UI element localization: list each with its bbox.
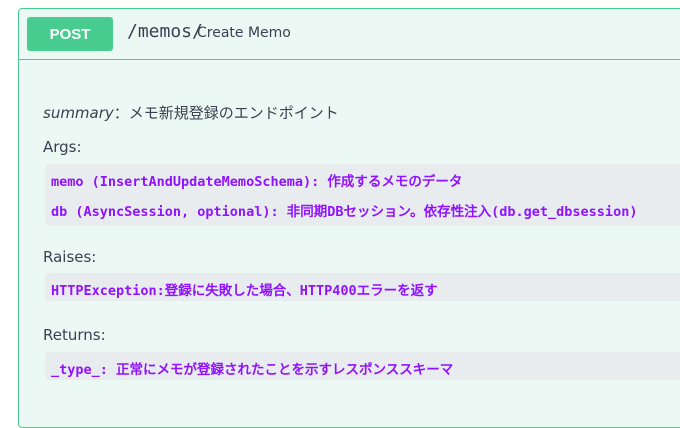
summary-text: ：メモ新規登録のエンドポイント	[113, 104, 339, 122]
returns-heading: Returns:	[43, 326, 106, 344]
endpoint-description[interactable]: Create Memo	[197, 25, 291, 41]
http-method-badge[interactable]: POST	[27, 17, 113, 51]
args-heading: Args:	[43, 138, 82, 156]
summary-label: summary	[43, 104, 114, 122]
endpoint-path[interactable]: /memos/	[127, 21, 203, 42]
return-type: _type_: 正常にメモが登録されたことを示すレスポンススキーマ	[51, 362, 454, 378]
raise-http-exception: HTTPException:登録に失敗した場合、HTTP400エラーを返す	[51, 283, 438, 299]
arg-memo: memo (InsertAndUpdateMemoSchema): 作成するメモ…	[51, 174, 463, 190]
raises-heading: Raises:	[43, 248, 97, 266]
operation-block-post-memos: POST /memos/ Create Memo summary：メモ新規登録の…	[18, 8, 680, 428]
operation-summary-bar[interactable]: POST /memos/ Create Memo	[19, 9, 680, 60]
arg-db: db (AsyncSession, optional): 非同期DBセッション。…	[51, 204, 638, 220]
raises-code-block: HTTPException:登録に失敗した場合、HTTP400エラーを返す	[45, 273, 680, 301]
summary-line: summary：メモ新規登録のエンドポイント	[43, 102, 339, 123]
args-code-block: memo (InsertAndUpdateMemoSchema): 作成するメモ…	[45, 164, 680, 226]
returns-code-block: _type_: 正常にメモが登録されたことを示すレスポンススキーマ	[45, 352, 680, 380]
operation-description-body: summary：メモ新規登録のエンドポイント Args: memo (Inser…	[19, 60, 680, 427]
